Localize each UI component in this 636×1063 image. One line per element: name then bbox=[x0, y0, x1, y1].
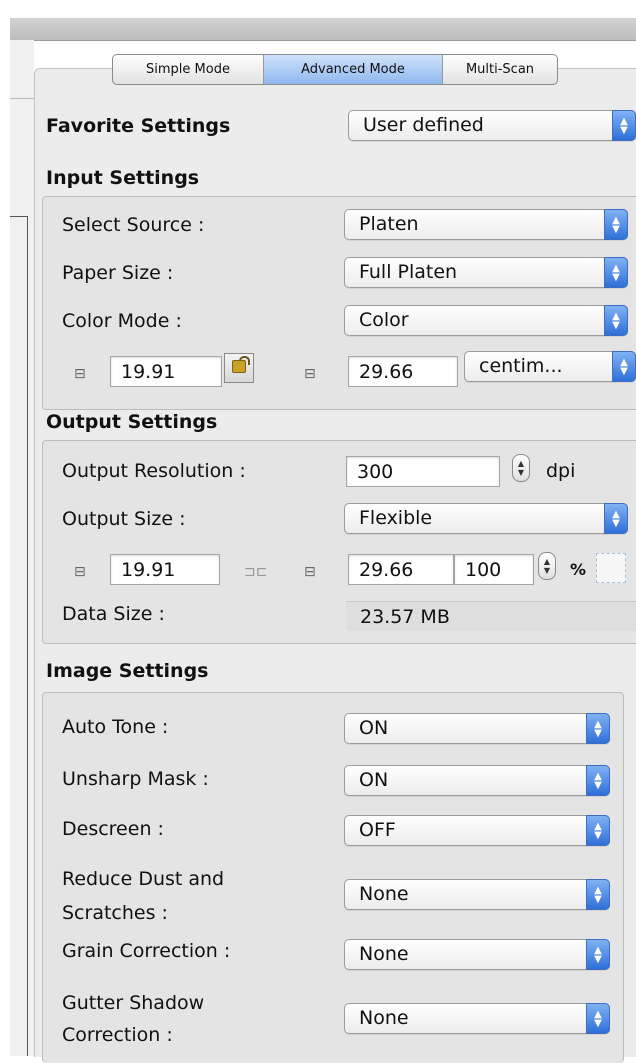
auto-tone-label: Auto Tone : bbox=[62, 716, 169, 738]
input-width-value: 19.91 bbox=[121, 361, 176, 383]
chevron-updown-icon: ▲ ▼ bbox=[586, 1003, 610, 1034]
output-width-field[interactable]: 19.91 bbox=[110, 554, 220, 585]
paper-size-value: Full Platen bbox=[359, 261, 458, 283]
width-ruler-icon: ⊟ bbox=[74, 366, 86, 382]
output-settings-header: Output Settings bbox=[46, 411, 218, 433]
scale-stepper[interactable]: ▲ ▼ bbox=[538, 552, 556, 580]
input-width-field[interactable]: 19.91 bbox=[110, 356, 222, 387]
unsharp-mask-label: Unsharp Mask : bbox=[62, 768, 209, 790]
fit-frame-button[interactable] bbox=[596, 553, 626, 583]
chevron-updown-icon: ▲ ▼ bbox=[612, 351, 636, 382]
reduce-dust-label-line1: Reduce Dust and bbox=[62, 868, 225, 890]
chevron-updown-icon: ▲ ▼ bbox=[586, 765, 610, 796]
left-panel-frame-top bbox=[10, 216, 28, 217]
favorite-settings-label: Favorite Settings bbox=[46, 115, 231, 137]
output-size-select[interactable]: Flexible ▲ ▼ bbox=[344, 503, 628, 534]
chevron-updown-icon: ▲ ▼ bbox=[604, 257, 628, 288]
unit-value: centim... bbox=[479, 355, 563, 377]
chevron-updown-icon: ▲ ▼ bbox=[586, 939, 610, 970]
output-width-value: 19.91 bbox=[121, 559, 176, 581]
chevron-updown-icon: ▲ ▼ bbox=[586, 879, 610, 910]
data-size-label: Data Size : bbox=[62, 603, 165, 625]
input-settings-header: Input Settings bbox=[46, 167, 200, 189]
resolution-stepper[interactable]: ▲ ▼ bbox=[512, 454, 530, 482]
reduce-dust-value: None bbox=[359, 883, 409, 905]
chevron-updown-icon: ▲ ▼ bbox=[612, 110, 636, 141]
grain-correction-label: Grain Correction : bbox=[62, 940, 231, 962]
select-source-select[interactable]: Platen ▲ ▼ bbox=[344, 209, 628, 240]
gutter-shadow-value: None bbox=[359, 1007, 409, 1029]
reduce-dust-label-line2: Scratches : bbox=[62, 902, 168, 924]
output-size-value: Flexible bbox=[359, 507, 433, 529]
gutter-shadow-label-line2: Correction : bbox=[62, 1024, 173, 1046]
left-panel-divider bbox=[10, 98, 34, 99]
lock-icon bbox=[232, 360, 246, 373]
color-mode-select[interactable]: Color ▲ ▼ bbox=[344, 305, 628, 336]
width-ruler-icon: ⊟ bbox=[74, 564, 86, 580]
output-resolution-label: Output Resolution : bbox=[62, 460, 246, 482]
grain-correction-value: None bbox=[359, 943, 409, 965]
left-preview-panel bbox=[10, 40, 34, 1056]
height-ruler-icon: ⊟ bbox=[304, 564, 316, 580]
data-size-display: 23.57 MB bbox=[346, 601, 636, 631]
gutter-shadow-label-line1: Gutter Shadow bbox=[62, 992, 205, 1014]
chevron-updown-icon: ▲ ▼ bbox=[604, 503, 628, 534]
descreen-select[interactable]: OFF ▲ ▼ bbox=[344, 815, 610, 846]
auto-tone-value: ON bbox=[359, 717, 389, 739]
output-scale-field[interactable]: 100 bbox=[454, 554, 534, 585]
chevron-updown-icon: ▲ ▼ bbox=[586, 815, 610, 846]
color-mode-value: Color bbox=[359, 309, 409, 331]
output-size-label: Output Size : bbox=[62, 508, 186, 530]
resolution-unit-label: dpi bbox=[546, 460, 576, 482]
descreen-label: Descreen : bbox=[62, 818, 164, 840]
aspect-lock-button[interactable] bbox=[224, 353, 254, 383]
paper-size-select[interactable]: Full Platen ▲ ▼ bbox=[344, 257, 628, 288]
chevron-updown-icon: ▲ ▼ bbox=[604, 209, 628, 240]
favorite-settings-value: User defined bbox=[363, 114, 484, 136]
chevron-updown-icon: ▲ ▼ bbox=[586, 713, 610, 744]
data-size-value: 23.57 MB bbox=[360, 606, 450, 628]
unsharp-mask-select[interactable]: ON ▲ ▼ bbox=[344, 765, 610, 796]
paper-size-label: Paper Size : bbox=[62, 262, 174, 284]
left-panel-frame-edge bbox=[27, 216, 28, 1056]
chevron-updown-icon: ▲ ▼ bbox=[604, 305, 628, 336]
unsharp-mask-value: ON bbox=[359, 769, 389, 791]
output-height-value: 29.66 bbox=[359, 559, 414, 581]
image-settings-header: Image Settings bbox=[46, 660, 209, 682]
input-height-value: 29.66 bbox=[359, 361, 414, 383]
mode-tabs: Simple Mode Advanced Mode Multi-Scan bbox=[112, 54, 558, 85]
select-source-value: Platen bbox=[359, 213, 419, 235]
unit-select[interactable]: centim... ▲ ▼ bbox=[464, 351, 636, 382]
input-height-field[interactable]: 29.66 bbox=[348, 356, 458, 387]
output-scale-value: 100 bbox=[465, 559, 502, 581]
window-titlebar bbox=[10, 18, 636, 41]
output-resolution-field[interactable]: 300 bbox=[346, 456, 500, 487]
height-ruler-icon: ⊟ bbox=[304, 366, 316, 382]
percent-label: % bbox=[570, 560, 587, 579]
output-resolution-value: 300 bbox=[357, 461, 394, 483]
tab-advanced-mode[interactable]: Advanced Mode bbox=[264, 55, 443, 84]
select-source-label: Select Source : bbox=[62, 214, 205, 236]
favorite-settings-select[interactable]: User defined ▲ ▼ bbox=[348, 110, 636, 141]
tab-multi-scan[interactable]: Multi-Scan bbox=[443, 55, 557, 84]
auto-tone-select[interactable]: ON ▲ ▼ bbox=[344, 713, 610, 744]
link-chain-icon: ⊐⊏ bbox=[244, 564, 268, 580]
color-mode-label: Color Mode : bbox=[62, 310, 182, 332]
output-height-field[interactable]: 29.66 bbox=[348, 554, 454, 585]
gutter-shadow-select[interactable]: None ▲ ▼ bbox=[344, 1003, 610, 1034]
tab-simple-mode[interactable]: Simple Mode bbox=[113, 55, 264, 84]
descreen-value: OFF bbox=[359, 819, 396, 841]
reduce-dust-select[interactable]: None ▲ ▼ bbox=[344, 879, 610, 910]
grain-correction-select[interactable]: None ▲ ▼ bbox=[344, 939, 610, 970]
